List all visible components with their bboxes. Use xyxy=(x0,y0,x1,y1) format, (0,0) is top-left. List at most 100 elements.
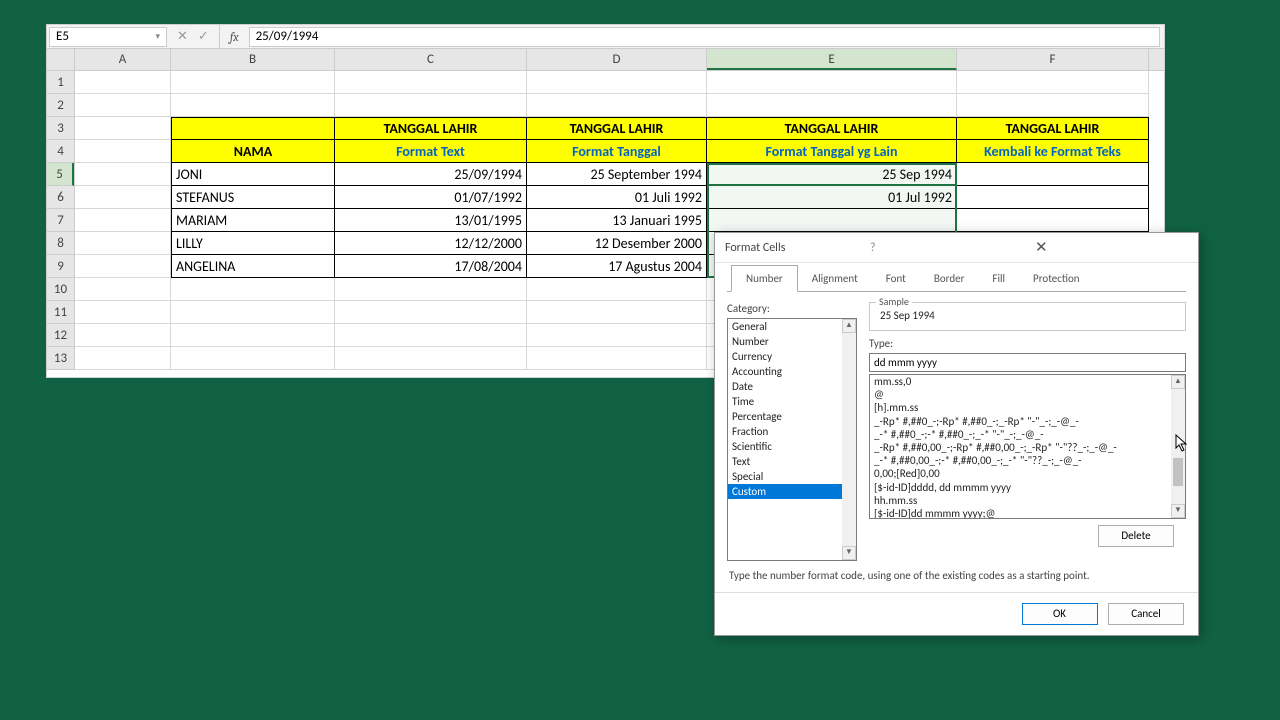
format-item[interactable]: @ xyxy=(870,388,1185,401)
cell[interactable]: ANGELINA xyxy=(171,255,335,278)
cancel-icon[interactable]: ✕ xyxy=(177,29,188,44)
category-item[interactable]: Currency xyxy=(728,349,856,364)
row-header-13[interactable]: 13 xyxy=(47,347,74,370)
category-item[interactable]: Number xyxy=(728,334,856,349)
tab-number[interactable]: Number xyxy=(731,265,798,292)
cell[interactable]: MARIAM xyxy=(171,209,335,232)
cell[interactable]: Format Tanggal xyxy=(527,140,707,163)
cell[interactable] xyxy=(707,94,957,117)
row-header-11[interactable]: 11 xyxy=(47,301,74,324)
column-header-C[interactable]: C xyxy=(335,49,527,70)
cell[interactable] xyxy=(171,301,335,324)
cell[interactable] xyxy=(171,324,335,347)
row-header-7[interactable]: 7 xyxy=(47,209,74,232)
cell[interactable] xyxy=(171,347,335,370)
cell[interactable]: TANGGAL LAHIR xyxy=(957,117,1149,140)
format-item[interactable]: [$-id-ID]dddd, dd mmmm yyyy xyxy=(870,481,1185,494)
cell[interactable] xyxy=(75,324,171,347)
category-item[interactable]: Scientific xyxy=(728,439,856,454)
row-header-10[interactable]: 10 xyxy=(47,278,74,301)
category-item[interactable]: Special xyxy=(728,469,856,484)
cell[interactable] xyxy=(527,71,707,94)
format-item[interactable]: [$-id-ID]dd mmmm yyyy;@ xyxy=(870,507,1185,519)
cell[interactable]: Kembali ke Format Teks xyxy=(957,140,1149,163)
cell[interactable]: STEFANUS xyxy=(171,186,335,209)
cell[interactable] xyxy=(527,301,707,324)
column-header-F[interactable]: F xyxy=(957,49,1149,70)
column-header-E[interactable]: E xyxy=(707,49,957,70)
cell[interactable] xyxy=(335,278,527,301)
cell[interactable] xyxy=(75,186,171,209)
column-header-A[interactable]: A xyxy=(75,49,171,70)
dialog-titlebar[interactable]: Format Cells ? ✕ xyxy=(715,233,1198,263)
scrollbar[interactable]: ▲ ▼ xyxy=(842,319,856,560)
scroll-up-icon[interactable]: ▲ xyxy=(1171,375,1185,389)
tab-alignment[interactable]: Alignment xyxy=(798,266,872,291)
cell[interactable] xyxy=(171,71,335,94)
cell[interactable] xyxy=(75,94,171,117)
cell[interactable] xyxy=(335,347,527,370)
format-item[interactable]: _-Rp* #,##0,00_-;-Rp* #,##0,00_-;_-Rp* "… xyxy=(870,441,1185,454)
cell[interactable]: 01 Jul 1992 xyxy=(707,186,957,209)
cell[interactable]: 17 Agustus 2004 xyxy=(527,255,707,278)
row-header-12[interactable]: 12 xyxy=(47,324,74,347)
cell[interactable]: 12/12/2000 xyxy=(335,232,527,255)
format-item[interactable]: mm.ss,0 xyxy=(870,375,1185,388)
column-header-B[interactable]: B xyxy=(171,49,335,70)
cell[interactable] xyxy=(171,94,335,117)
cell[interactable] xyxy=(957,163,1149,186)
category-item[interactable]: Date xyxy=(728,379,856,394)
cell[interactable] xyxy=(75,140,171,163)
format-item[interactable]: _-Rp* #,##0_-;-Rp* #,##0_-;_-Rp* "-"_-;_… xyxy=(870,415,1185,428)
cell[interactable] xyxy=(75,278,171,301)
cell[interactable] xyxy=(707,209,957,232)
tab-border[interactable]: Border xyxy=(920,266,979,291)
tab-font[interactable]: Font xyxy=(872,266,920,291)
cell[interactable] xyxy=(75,347,171,370)
row-header-1[interactable]: 1 xyxy=(47,71,74,94)
row-header-5[interactable]: 5 xyxy=(47,163,74,186)
cell[interactable]: 01/07/1992 xyxy=(335,186,527,209)
format-item[interactable]: _-* #,##0_-;-* #,##0_-;_-* "-"_-;_-@_- xyxy=(870,428,1185,441)
cancel-button[interactable]: Cancel xyxy=(1108,603,1184,625)
scroll-down-icon[interactable]: ▼ xyxy=(842,546,856,560)
select-all-corner[interactable] xyxy=(47,49,75,71)
formula-input[interactable]: 25/09/1994 xyxy=(249,27,1160,47)
cell[interactable] xyxy=(75,117,171,140)
help-icon[interactable]: ? xyxy=(870,241,1015,255)
cell[interactable] xyxy=(75,232,171,255)
cell[interactable]: TANGGAL LAHIR xyxy=(707,117,957,140)
format-item[interactable]: [h].mm.ss xyxy=(870,401,1185,414)
cell[interactable]: Format Text xyxy=(335,140,527,163)
cell[interactable] xyxy=(957,209,1149,232)
fx-icon[interactable]: fx xyxy=(220,30,249,44)
category-item[interactable]: Custom xyxy=(728,484,856,499)
cell[interactable]: 17/08/2004 xyxy=(335,255,527,278)
format-item[interactable]: _-* #,##0,00_-;-* #,##0,00_-;_-* "-"??_-… xyxy=(870,454,1185,467)
cell[interactable] xyxy=(75,209,171,232)
delete-button[interactable]: Delete xyxy=(1098,525,1174,547)
cell[interactable] xyxy=(335,324,527,347)
category-list[interactable]: GeneralNumberCurrencyAccountingDateTimeP… xyxy=(727,318,857,561)
cell[interactable] xyxy=(957,186,1149,209)
cell[interactable] xyxy=(171,278,335,301)
category-item[interactable]: General xyxy=(728,319,856,334)
cell[interactable] xyxy=(707,71,957,94)
cell[interactable] xyxy=(335,94,527,117)
category-item[interactable]: Text xyxy=(728,454,856,469)
type-input[interactable] xyxy=(869,353,1186,372)
row-header-2[interactable]: 2 xyxy=(47,94,74,117)
cell[interactable]: 13 Januari 1995 xyxy=(527,209,707,232)
category-item[interactable]: Percentage xyxy=(728,409,856,424)
enter-icon[interactable]: ✓ xyxy=(198,29,209,44)
cell[interactable] xyxy=(75,255,171,278)
scroll-down-icon[interactable]: ▼ xyxy=(1171,504,1185,518)
cell[interactable]: TANGGAL LAHIR xyxy=(335,117,527,140)
category-item[interactable]: Fraction xyxy=(728,424,856,439)
category-item[interactable]: Time xyxy=(728,394,856,409)
scroll-up-icon[interactable]: ▲ xyxy=(842,319,856,333)
cell[interactable] xyxy=(527,347,707,370)
cell[interactable] xyxy=(957,94,1149,117)
cell[interactable] xyxy=(957,71,1149,94)
cell[interactable] xyxy=(335,301,527,324)
